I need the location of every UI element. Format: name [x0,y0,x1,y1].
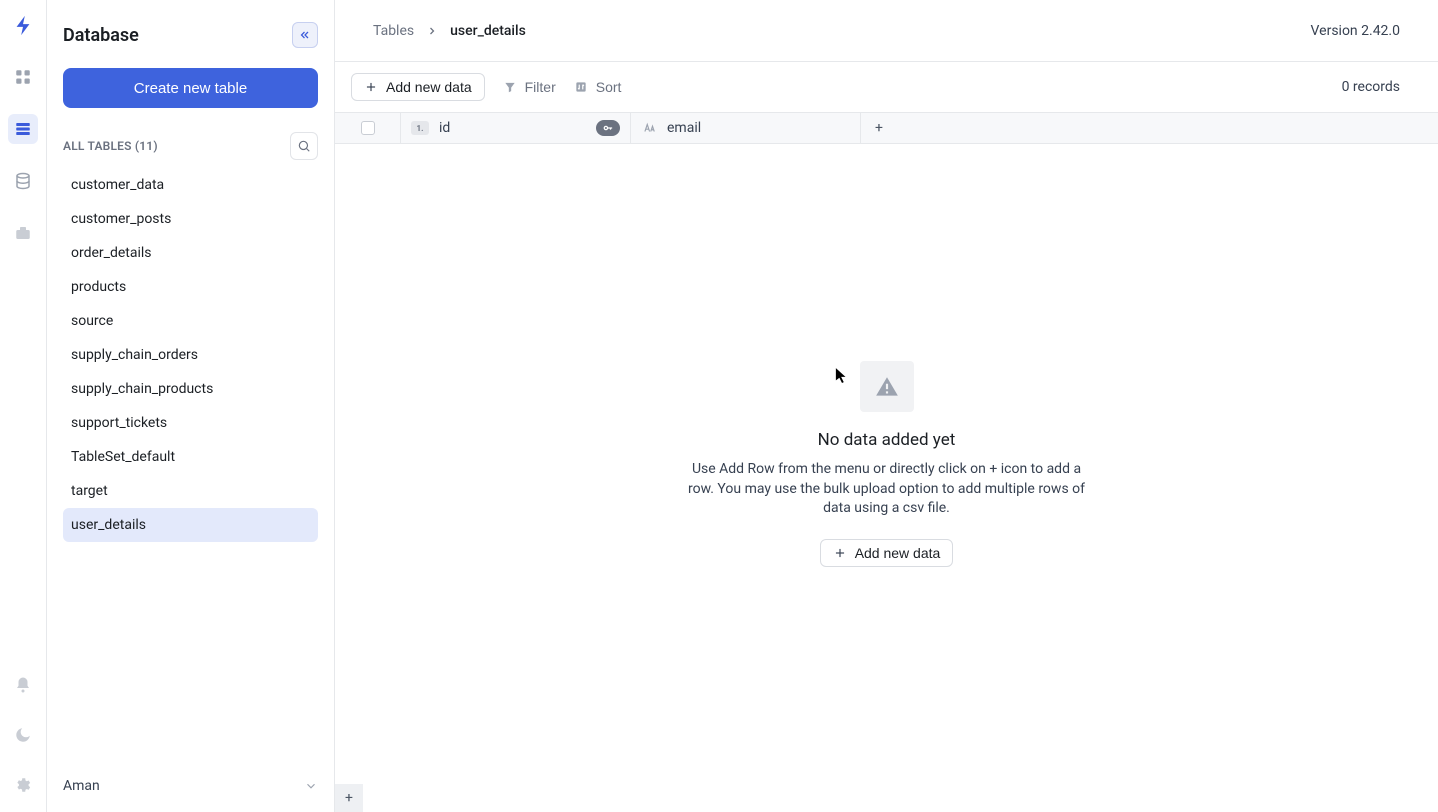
main: Tables user_details Version 2.42.0 Add n… [335,0,1438,812]
rail-apps-icon[interactable] [8,62,38,92]
logo-icon[interactable] [8,10,38,40]
chevron-down-icon [304,779,318,793]
filter-label: Filter [525,79,556,95]
filter-icon [503,80,517,94]
collapse-sidebar-button[interactable] [292,22,318,48]
sidebar-title: Database [63,25,139,46]
warning-icon [860,361,914,412]
table-item-target[interactable]: target [63,474,318,508]
table-item-products[interactable]: products [63,270,318,304]
sidebar: Database Create new table ALL TABLES (11… [47,0,335,812]
chevron-double-left-icon [299,29,311,41]
column-header-id[interactable]: 1. id [401,113,631,143]
column-header-email[interactable]: email [631,113,861,143]
table-header: 1. id email + [335,112,1438,144]
breadcrumb-current: user_details [450,23,526,39]
add-column-button[interactable]: + [861,113,897,143]
select-all-checkbox[interactable] [361,121,375,135]
rail-data-icon[interactable] [8,166,38,196]
chevron-right-icon [426,25,438,37]
table-item-user_details[interactable]: user_details [63,508,318,542]
rail-database-icon[interactable] [8,114,38,144]
select-all-cell[interactable] [335,113,401,143]
breadcrumb: Tables user_details [373,23,526,39]
text-type-icon [641,121,657,135]
sort-icon [574,80,588,94]
table-body: No data added yet Use Add Row from the m… [335,144,1438,812]
sort-label: Sort [596,79,622,95]
plus-icon [364,80,378,94]
table-item-supply_chain_orders[interactable]: supply_chain_orders [63,338,318,372]
primary-key-icon [596,120,620,136]
add-new-data-button[interactable]: Add new data [351,73,485,101]
empty-button-label: Add new data [855,545,941,561]
table-item-tableset_default[interactable]: TableSet_default [63,440,318,474]
rail-briefcase-icon[interactable] [8,218,38,248]
rail-settings-icon[interactable] [8,770,38,800]
breadcrumb-root[interactable]: Tables [373,23,414,39]
table-item-customer_posts[interactable]: customer_posts [63,202,318,236]
search-tables-button[interactable] [290,132,318,160]
column-id-label: id [439,120,450,136]
empty-title: No data added yet [818,430,956,450]
sort-button[interactable]: Sort [574,79,622,95]
table-item-source[interactable]: source [63,304,318,338]
version-label: Version 2.42.0 [1311,23,1400,39]
create-new-table-button[interactable]: Create new table [63,68,318,108]
add-row-button[interactable]: + [335,784,363,812]
left-rail [0,0,47,812]
empty-subtitle: Use Add Row from the menu or directly cl… [687,460,1087,519]
table-item-customer_data[interactable]: customer_data [63,168,318,202]
empty-add-data-button[interactable]: Add new data [820,539,954,567]
tables-list: customer_data customer_posts order_detai… [47,168,334,542]
records-count: 0 records [1342,79,1422,95]
search-icon [297,139,311,153]
user-label: Aman [63,778,100,794]
number-type-icon: 1. [411,121,429,135]
user-menu[interactable]: Aman [47,766,334,812]
empty-state: No data added yet Use Add Row from the m… [687,361,1087,567]
add-new-data-label: Add new data [386,79,472,95]
column-email-label: email [667,120,701,136]
rail-theme-icon[interactable] [8,720,38,750]
table-item-order_details[interactable]: order_details [63,236,318,270]
all-tables-label: ALL TABLES (11) [63,139,158,153]
plus-icon [833,546,847,560]
filter-button[interactable]: Filter [503,79,556,95]
table-item-supply_chain_products[interactable]: supply_chain_products [63,372,318,406]
rail-bell-icon[interactable] [8,670,38,700]
table-item-support_tickets[interactable]: support_tickets [63,406,318,440]
